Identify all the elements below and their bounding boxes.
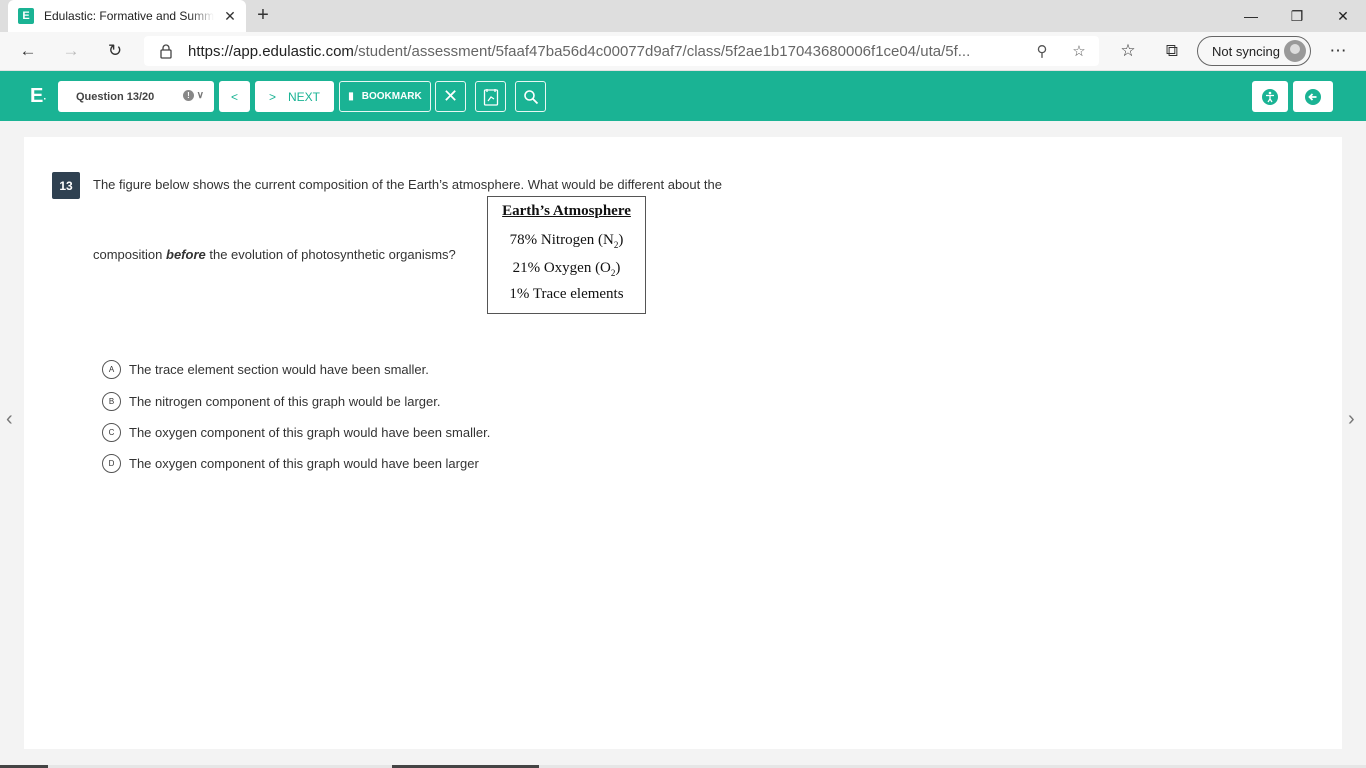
tab-title: Edulastic: Formative and Summative Asses… (44, 9, 214, 23)
question-selector-label: Question 13/20 (76, 90, 155, 103)
question-text-line1: The figure below shows the current compo… (93, 177, 722, 192)
back-arrow-icon[interactable]: ← (14, 38, 42, 64)
search-icon (523, 89, 538, 104)
browser-tabstrip: E Edulastic: Formative and Summative Ass… (0, 0, 1366, 32)
restore-icon[interactable]: ❐ (1274, 0, 1320, 32)
atmosphere-figure: Earth’s Atmosphere 78% Nitrogen (N2) 21%… (487, 196, 646, 314)
browser-toolbar: ← → ↻ https://app.edulastic.com/student/… (0, 32, 1366, 71)
bookmark-button[interactable]: ▮ BOOKMARK (339, 81, 431, 112)
sync-label: Not syncing (1212, 43, 1280, 59)
minimize-icon[interactable]: — (1228, 0, 1274, 32)
option-text: The trace element section would have bee… (129, 361, 429, 377)
refresh-icon[interactable]: ↻ (101, 38, 129, 64)
window-close-icon[interactable]: ✕ (1320, 0, 1366, 32)
question-number-badge: 13 (52, 172, 80, 199)
lock-icon (160, 44, 172, 59)
question-card: 13 The figure below shows the current co… (24, 137, 1342, 749)
sync-button[interactable]: Not syncing (1197, 36, 1311, 66)
edulastic-favicon-icon: E (18, 8, 34, 24)
figure-row-nitrogen: 78% Nitrogen (N2) (509, 232, 624, 250)
option-radio[interactable]: A (102, 359, 121, 379)
figure-row-trace: 1% Trace elements (509, 286, 624, 302)
chevron-left-icon: < (230, 89, 238, 104)
answer-option-d[interactable]: D The oxygen component of this graph wou… (102, 453, 479, 473)
exit-button[interactable] (1293, 81, 1333, 112)
option-radio[interactable]: C (102, 422, 121, 442)
favorites-list-icon[interactable]: ☆ (1114, 38, 1142, 64)
next-question-button[interactable]: > NEXT (255, 81, 334, 112)
answer-option-c[interactable]: C The oxygen component of this graph wou… (102, 422, 490, 442)
collections-icon[interactable]: ⧉ (1158, 38, 1186, 64)
info-icon: ! (183, 90, 194, 101)
magnifier-button[interactable] (515, 81, 546, 112)
question-text-line2: composition before the evolution of phot… (93, 247, 456, 262)
figure-title: Earth’s Atmosphere (502, 203, 631, 219)
figure-row-oxygen: 21% Oxygen (O2) (512, 260, 621, 278)
option-text: The oxygen component of this graph would… (129, 424, 491, 440)
forward-arrow-icon[interactable]: → (57, 38, 85, 64)
edulastic-logo[interactable]: E· (30, 85, 47, 108)
new-tab-plus-icon[interactable]: + (252, 4, 274, 26)
x-close-icon: ✕ (442, 86, 459, 106)
profile-avatar-icon (1284, 40, 1306, 62)
url-text: https://app.edulastic.com/student/assess… (188, 43, 971, 60)
chevron-right-icon: > (268, 89, 276, 104)
option-radio[interactable]: D (102, 453, 121, 473)
option-text: The nitrogen component of this graph wou… (129, 393, 441, 409)
app-header: E· Question 13/20 ! ∨ < > NEXT ▮ BOOKMAR… (0, 71, 1366, 121)
favorite-star-icon[interactable]: ☆ (1069, 42, 1089, 62)
bookmark-label: BOOKMARK (361, 91, 422, 102)
accessibility-icon (1262, 88, 1278, 105)
more-menu-icon[interactable]: ⋯ (1324, 38, 1352, 64)
tab-close-icon[interactable]: ✕ (222, 8, 238, 24)
browser-tab[interactable]: E Edulastic: Formative and Summative Ass… (8, 0, 246, 32)
address-bar[interactable]: https://app.edulastic.com/student/assess… (144, 36, 1099, 66)
scratchpad-button[interactable] (475, 81, 506, 112)
chevron-down-icon: ∨ (196, 90, 204, 101)
bookmark-icon: ▮ (348, 91, 354, 102)
chevron-left-icon[interactable]: ‹ (6, 408, 13, 431)
previous-question-button[interactable]: < (219, 81, 250, 112)
question-selector[interactable]: Question 13/20 ! ∨ (58, 81, 214, 112)
zoom-magnifier-icon[interactable]: ⚲ (1032, 42, 1052, 62)
option-text: The oxygen component of this graph would… (129, 455, 479, 471)
exit-arrow-icon (1305, 88, 1321, 105)
next-label: NEXT (288, 89, 321, 104)
option-radio[interactable]: B (102, 391, 121, 411)
answer-eliminator-button[interactable]: ✕ (435, 81, 466, 112)
chevron-right-icon[interactable]: › (1348, 408, 1355, 431)
answer-option-b[interactable]: B The nitrogen component of this graph w… (102, 391, 440, 411)
calculator-icon (483, 88, 498, 106)
answer-option-a[interactable]: A The trace element section would have b… (102, 359, 429, 379)
accessibility-button[interactable] (1252, 81, 1288, 112)
